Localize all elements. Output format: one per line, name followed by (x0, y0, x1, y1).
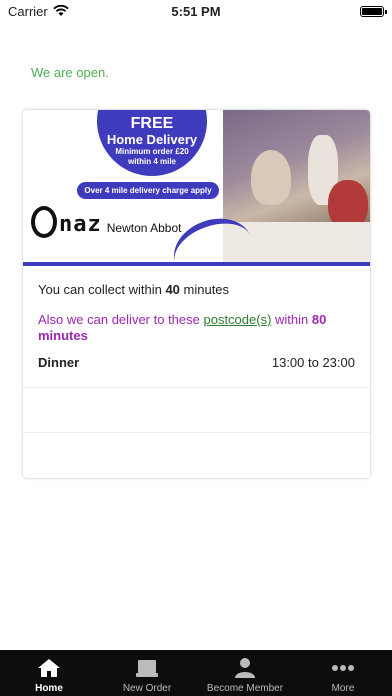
promo-banner: FREE Home Delivery Minimum order £20 wit… (23, 110, 370, 266)
hours-time: 13:00 to 23:00 (271, 355, 355, 370)
collect-info: You can collect within 40 minutes (38, 282, 230, 297)
tab-more[interactable]: More (294, 650, 392, 696)
home-icon (38, 659, 60, 677)
divider (23, 387, 370, 388)
delivery-charge-pill: Over 4 mile delivery charge apply (77, 182, 219, 199)
member-icon (235, 658, 255, 678)
restaurant-card: FREE Home Delivery Minimum order £20 wit… (23, 110, 370, 478)
status-bar: Carrier 5:51 PM (0, 0, 392, 22)
restaurant-logo: naz Newton Abbot (31, 206, 181, 238)
badge-free: FREE (130, 115, 174, 132)
free-delivery-badge: FREE Home Delivery Minimum order £20 wit… (97, 110, 207, 176)
collect-minutes: 40 (165, 282, 180, 297)
badge-radius: within 4 mile (127, 157, 176, 166)
logo-town: Newton Abbot (106, 221, 182, 235)
clock: 5:51 PM (171, 3, 221, 19)
tab-home[interactable]: Home (0, 650, 98, 696)
opening-hours-row: Dinner 13:00 to 23:00 (38, 355, 355, 370)
tab-label: Home (35, 683, 63, 694)
battery-icon (360, 5, 387, 17)
postcodes-link[interactable]: postcode(s) (203, 312, 271, 327)
open-status: We are open. (31, 65, 109, 80)
logo-mark-icon (31, 206, 57, 238)
badge-minimum-order: Minimum order £20 (115, 147, 189, 156)
hours-label: Dinner (38, 355, 80, 370)
divider (23, 432, 370, 433)
logo-brand: naz (59, 212, 102, 237)
more-icon (332, 665, 354, 671)
tab-new-order[interactable]: New Order (98, 650, 196, 696)
order-icon (136, 660, 158, 677)
tab-bar: Home New Order Become Member More (0, 650, 392, 696)
tab-become-member[interactable]: Become Member (196, 650, 294, 696)
tab-label: More (331, 683, 355, 694)
badge-home-delivery: Home Delivery (106, 132, 198, 147)
tab-label: New Order (122, 683, 172, 694)
tab-label: Become Member (206, 683, 284, 694)
delivery-info: Also we can deliver to these postcode(s)… (38, 312, 327, 343)
